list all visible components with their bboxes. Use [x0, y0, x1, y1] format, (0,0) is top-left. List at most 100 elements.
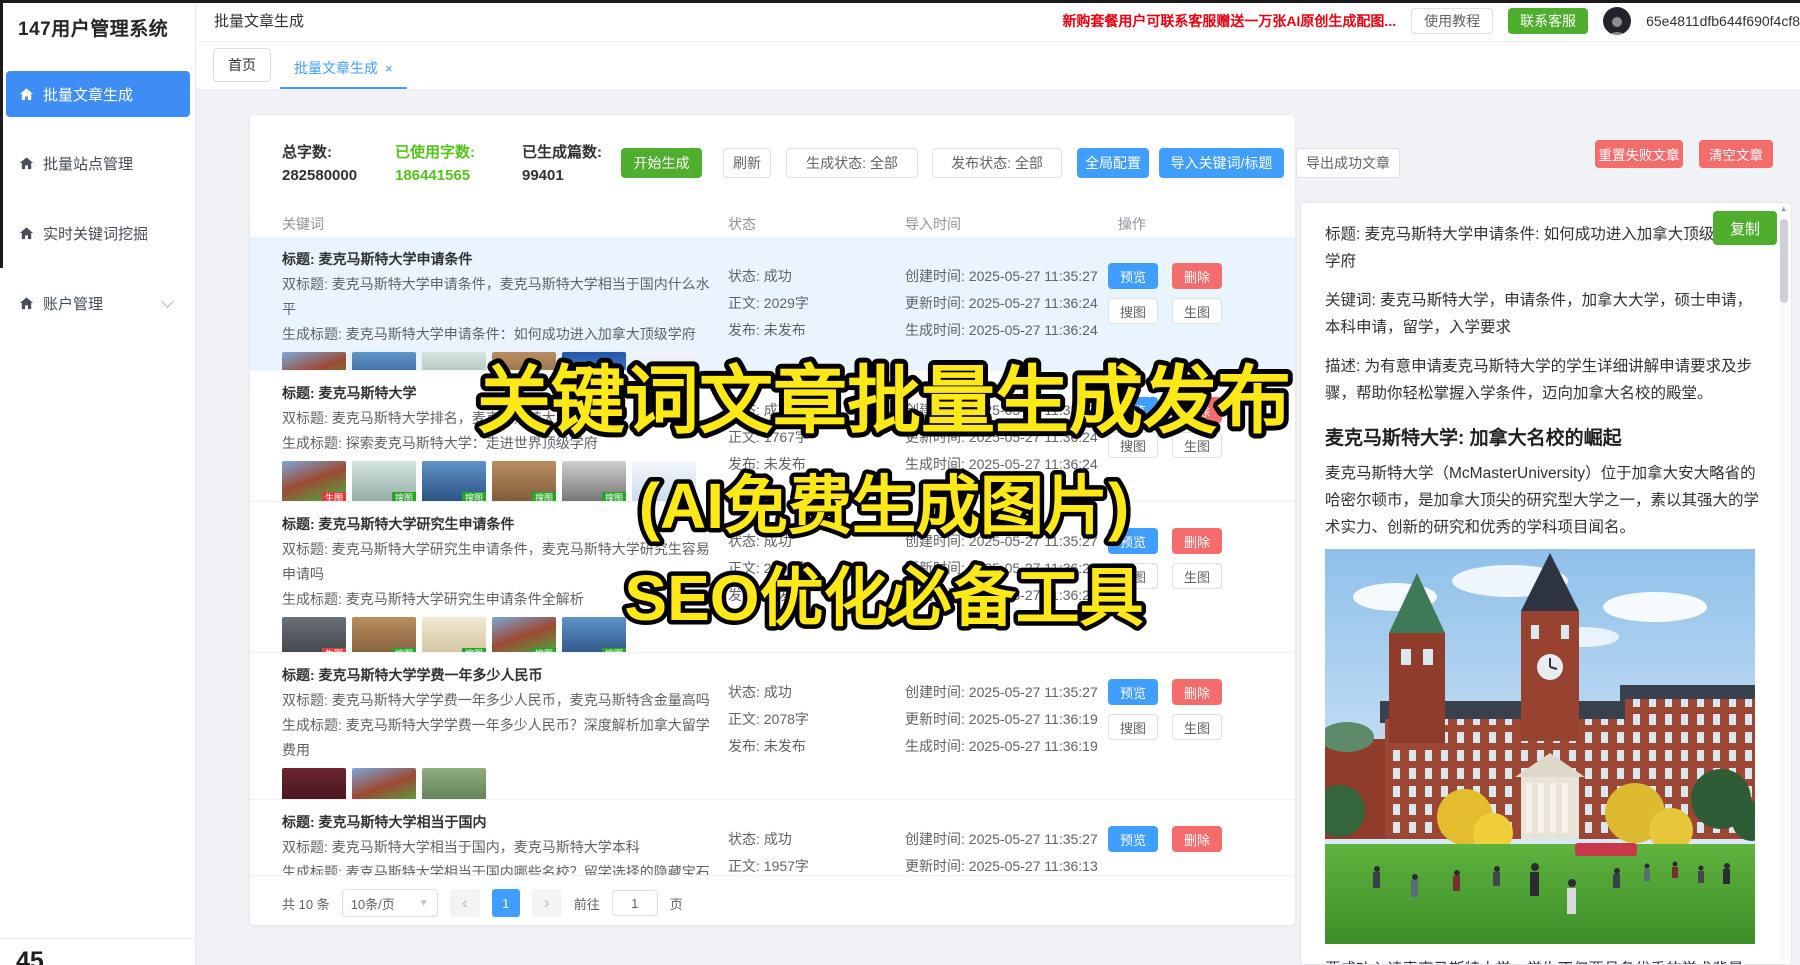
delete-button[interactable]: 删除 [1172, 397, 1222, 423]
goto-label: 前往 [574, 894, 600, 913]
reset-failed-button[interactable]: 重置失败文章 [1595, 140, 1683, 168]
article-thumbnail[interactable]: 搜图 [352, 768, 416, 800]
column-header-actions: 操作 [1118, 214, 1146, 234]
thumbnail-strip: 生图 搜图 搜图 [282, 768, 712, 800]
total-words-label: 总字数: [282, 141, 332, 162]
delete-button[interactable]: 删除 [1172, 263, 1222, 289]
sidebar-item-label: 批量文章生成 [43, 84, 133, 105]
keyword-cell: 标题: 麦克马斯特大学相当于国内 双标题: 麦克马斯特大学相当于国内，麦克马斯特… [282, 810, 728, 875]
goto-page-input[interactable] [612, 890, 658, 916]
tutorial-button[interactable]: 使用教程 [1411, 8, 1493, 34]
tab-label: 批量文章生成 [294, 58, 378, 78]
next-page-button[interactable]: › [532, 889, 562, 917]
preview-button[interactable]: 预览 [1108, 397, 1158, 423]
article-thumbnail[interactable]: 生图 [282, 352, 346, 371]
article-thumbnail[interactable]: 搜图 [492, 461, 556, 502]
page-size-select[interactable]: 10条/页 ▼ [342, 889, 438, 917]
status-text: 状态: 成功 [728, 397, 905, 424]
global-config-button[interactable]: 全局配置 [1077, 148, 1149, 178]
chevron-down-icon [161, 295, 174, 308]
clear-articles-button[interactable]: 清空文章 [1699, 140, 1773, 168]
search-image-button[interactable]: 搜图 [1108, 714, 1158, 740]
article-gen-title: 生成标题: 探索麦克马斯特大学：走进世界顶级学府 [282, 431, 712, 456]
word-count: 正文: 2029字 [728, 290, 905, 317]
article-thumbnail[interactable]: 搜图 [422, 617, 486, 653]
article-gen-title: 生成标题: 麦克马斯特大学相当于国内哪些名校？留学选择的隐藏宝石 [282, 860, 712, 875]
actions-cell: 预览 删除 搜图 生图 [1108, 381, 1222, 501]
generate-image-button[interactable]: 生图 [1172, 298, 1222, 324]
refresh-button[interactable]: 刷新 [723, 148, 771, 178]
article-thumbnail[interactable]: 搜图 [352, 617, 416, 653]
article-thumbnail[interactable]: 搜图 [492, 617, 556, 653]
sidebar-item-keyword-mining[interactable]: 实时关键词挖掘 [6, 210, 190, 256]
close-icon[interactable]: × [385, 61, 393, 76]
contact-support-button[interactable]: 联系客服 [1508, 8, 1588, 34]
total-words-value: 282580000 [282, 167, 357, 184]
word-count: 正文: 1767字 [728, 424, 905, 451]
article-thumbnail[interactable]: 搜图 [632, 352, 696, 371]
delete-button[interactable]: 删除 [1172, 528, 1222, 554]
sidebar-item-article-generation[interactable]: 批量文章生成 [6, 71, 190, 117]
publish-status-select[interactable]: 发布状态: 全部 [932, 148, 1062, 178]
scrollbar-thumb[interactable] [1780, 219, 1788, 303]
table-row[interactable]: 标题: 麦克马斯特大学研究生申请条件 双标题: 麦克马斯特大学研究生申请条件，麦… [250, 502, 1295, 653]
article-thumbnail[interactable]: 搜图 [562, 352, 626, 371]
search-image-button[interactable]: 搜图 [1108, 298, 1158, 324]
article-thumbnail[interactable]: 搜图 [422, 461, 486, 502]
article-thumbnail[interactable]: 搜图 [352, 352, 416, 371]
article-thumbnail[interactable]: 搜图 [352, 461, 416, 502]
search-image-button[interactable]: 搜图 [1108, 563, 1158, 589]
tab-home[interactable]: 首页 [213, 48, 271, 82]
sidebar-item-site-management[interactable]: 批量站点管理 [6, 140, 190, 186]
article-thumbnail[interactable]: 生图 [282, 768, 346, 800]
sidebar-item-account-management[interactable]: 账户管理 [6, 280, 190, 326]
generation-status-select[interactable]: 生成状态: 全部 [786, 148, 918, 178]
article-thumbnail[interactable]: 搜图 [492, 352, 556, 371]
publish-state: 发布: 未发布 [728, 451, 905, 478]
thumb-badge: 搜图 [532, 492, 556, 502]
export-success-button[interactable]: 导出成功文章 [1296, 148, 1400, 178]
article-thumbnail[interactable]: 搜图 [422, 768, 486, 800]
scroll-up-icon[interactable]: ▲ [1780, 206, 1787, 213]
article-title: 标题: 麦克马斯特大学 [282, 381, 712, 406]
article-thumbnail[interactable]: 搜图 [562, 461, 626, 502]
table-row[interactable]: 标题: 麦克马斯特大学申请条件 双标题: 麦克马斯特大学申请条件，麦克马斯特大学… [250, 237, 1295, 371]
generated-count-label: 已生成篇数: [522, 141, 602, 162]
thumb-badge: 搜图 [602, 492, 626, 502]
main-content: 重置失败文章 清空文章 总字数: 282580000 已使用字数: 186441… [196, 90, 1800, 965]
preview-bottom-text: 要成功入读麦克马斯特大学，学生不仅要具备优秀的学术背景 [1325, 956, 1767, 965]
watermark-text: 45 [16, 947, 44, 965]
table-row[interactable]: 标题: 麦克马斯特大学 双标题: 麦克马斯特大学排名，麦克马斯特大学怎么样 生成… [250, 371, 1295, 502]
thumb-badge: 生图 [322, 492, 346, 502]
article-thumbnail[interactable]: 生图 [282, 461, 346, 502]
preview-button[interactable]: 预览 [1108, 679, 1158, 705]
table-row[interactable]: 标题: 麦克马斯特大学相当于国内 双标题: 麦克马斯特大学相当于国内，麦克马斯特… [250, 800, 1295, 875]
article-title: 标题: 麦克马斯特大学研究生申请条件 [282, 512, 712, 537]
current-page-button[interactable]: 1 [492, 889, 520, 917]
start-generate-button[interactable]: 开始生成 [621, 148, 702, 178]
article-thumbnail[interactable]: 搜图 [632, 461, 696, 502]
generate-image-button[interactable]: 生图 [1172, 432, 1222, 458]
import-keywords-button[interactable]: 导入关键词/标题 [1159, 148, 1284, 178]
generate-image-button[interactable]: 生图 [1172, 714, 1222, 740]
article-thumbnail[interactable]: 搜图 [562, 617, 626, 653]
promo-notice[interactable]: 新购套餐用户可联系客服赠送一万张AI原创生成配图... [1062, 11, 1396, 31]
generate-image-button[interactable]: 生图 [1172, 563, 1222, 589]
delete-button[interactable]: 删除 [1172, 826, 1222, 852]
preview-button[interactable]: 预览 [1108, 528, 1158, 554]
avatar[interactable] [1603, 7, 1631, 35]
panel-scrollbar[interactable] [1780, 206, 1788, 961]
search-image-button[interactable]: 搜图 [1108, 432, 1158, 458]
tab-article-generation[interactable]: 批量文章生成 × [280, 50, 407, 89]
article-subtitle: 双标题: 麦克马斯特大学研究生申请条件，麦克马斯特大学研究生容易申请吗 [282, 537, 712, 587]
copy-button[interactable]: 复制 [1713, 211, 1777, 245]
article-thumbnail[interactable]: 生图 [282, 617, 346, 653]
pagination-total: 共 10 条 [282, 894, 330, 913]
table-body: 标题: 麦克马斯特大学申请条件 双标题: 麦克马斯特大学申请条件，麦克马斯特大学… [250, 237, 1295, 875]
preview-button[interactable]: 预览 [1108, 826, 1158, 852]
prev-page-button[interactable]: ‹ [450, 889, 480, 917]
delete-button[interactable]: 删除 [1172, 679, 1222, 705]
table-row[interactable]: 标题: 麦克马斯特大学学费一年多少人民币 双标题: 麦克马斯特大学学费一年多少人… [250, 653, 1295, 800]
article-thumbnail[interactable]: 搜图 [422, 352, 486, 371]
preview-button[interactable]: 预览 [1108, 263, 1158, 289]
